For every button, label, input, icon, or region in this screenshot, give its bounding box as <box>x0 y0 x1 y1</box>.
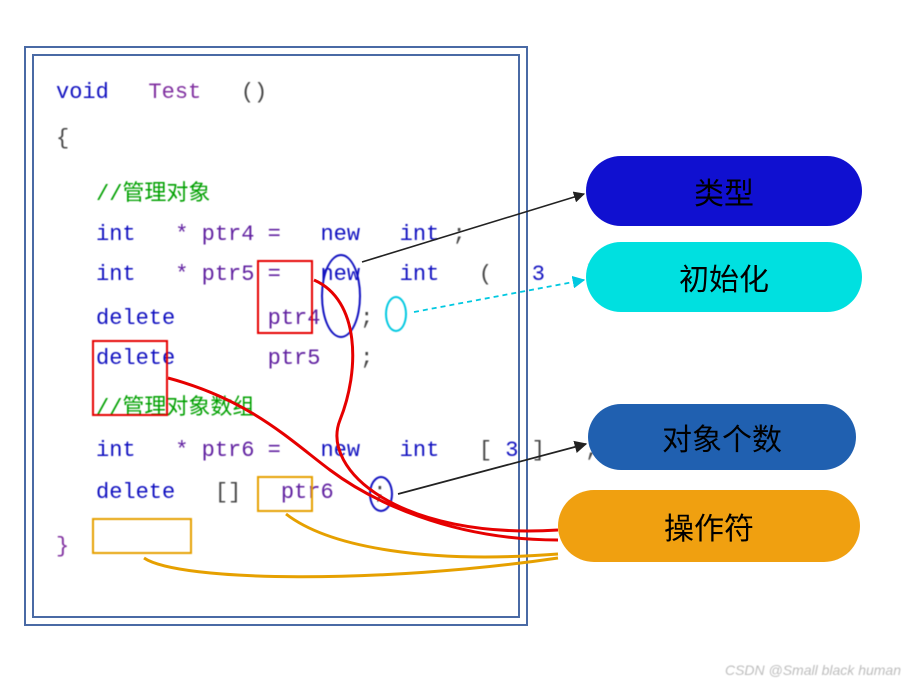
keyword-delete-arr: delete <box>96 480 175 505</box>
code-frame-outer: void Test () { //管理对象 int * ptr4 = new i… <box>24 46 528 626</box>
label-pill-init: 初始化 <box>586 242 862 312</box>
watermark: CSDN @Small black human <box>725 662 901 678</box>
type-int-1: int <box>400 222 440 247</box>
highlight-delete-array-box <box>92 518 192 554</box>
keyword-new-3: new <box>320 438 360 463</box>
label-text-init: 初始化 <box>679 255 769 299</box>
label-pill-operator: 操作符 <box>558 490 860 562</box>
code-line-ptr4: int * ptr4 = new int ; <box>96 220 466 251</box>
label-text-count: 对象个数 <box>662 415 782 459</box>
array-count-3: 3 <box>505 438 518 463</box>
comment-1: //管理对象 <box>96 180 210 211</box>
code-block: void Test () { //管理对象 int * ptr4 = new i… <box>34 56 518 616</box>
keyword-void: void <box>56 80 109 105</box>
label-pill-count: 对象个数 <box>588 404 856 470</box>
code-line-signature: void Test () <box>56 78 267 109</box>
highlight-new-box <box>257 260 313 334</box>
punct-paren: () <box>241 80 267 105</box>
highlight-new-array-box <box>257 476 313 512</box>
brace-close: } <box>56 532 69 563</box>
brace-open: { <box>56 124 69 155</box>
code-line-ptr5: int * ptr5 = new int ( 3 ) ; <box>96 260 651 291</box>
code-line-del-ptr6: delete [] ptr6 ; <box>96 478 386 509</box>
highlight-init-ellipse <box>385 296 407 332</box>
keyword-new-1: new <box>320 222 360 247</box>
code-line-ptr6: int * ptr6 = new int [ 3 ] ; <box>96 436 598 467</box>
function-name: Test <box>148 80 201 105</box>
code-frame-inner: void Test () { //管理对象 int * ptr4 = new i… <box>32 54 520 618</box>
type-int-2: int <box>400 262 440 287</box>
init-value-3: 3 <box>532 262 545 287</box>
label-pill-type: 类型 <box>586 156 862 226</box>
highlight-type-ellipse <box>321 254 361 338</box>
label-text-type: 类型 <box>694 169 754 213</box>
highlight-delete-box <box>92 340 168 416</box>
keyword-delete-1: delete <box>96 306 175 331</box>
label-text-operator: 操作符 <box>664 504 754 548</box>
highlight-count-ellipse <box>369 476 393 512</box>
